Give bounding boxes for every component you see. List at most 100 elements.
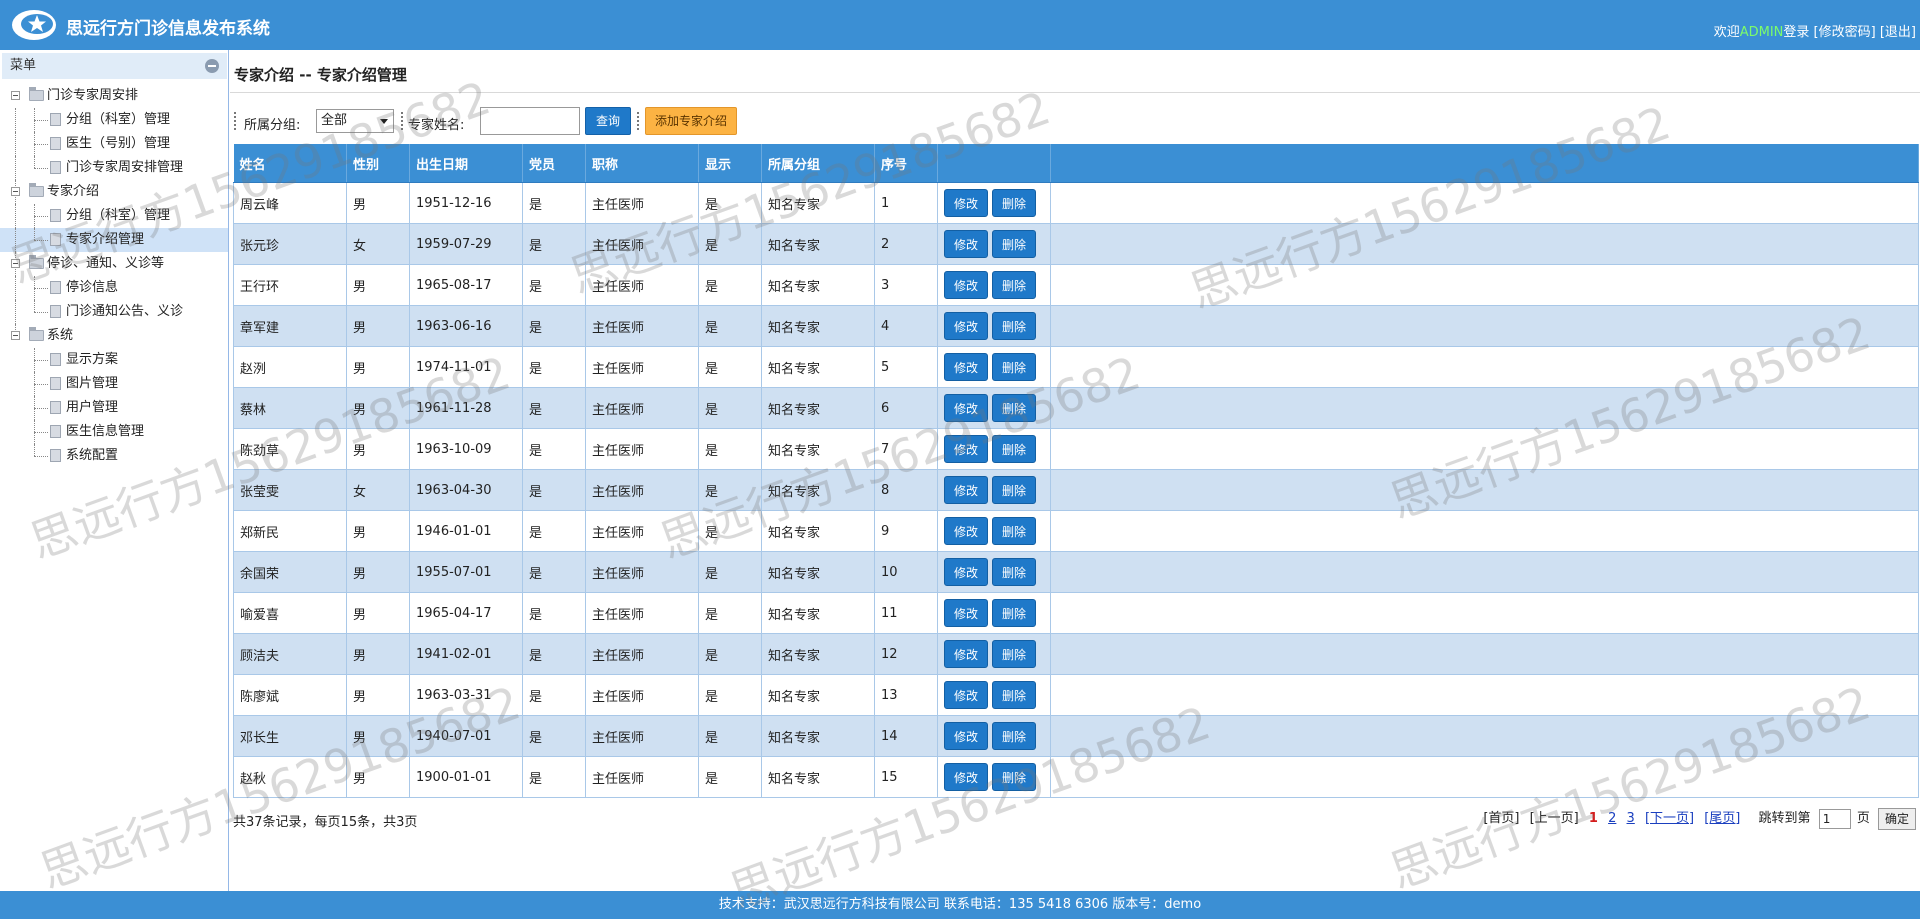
edit-button[interactable]: 修改 [944, 189, 988, 217]
collapse-toggle-icon[interactable] [11, 187, 20, 196]
edit-button[interactable]: 修改 [944, 517, 988, 545]
table-cell: 1961-11-28 [409, 387, 523, 429]
tree-group-system[interactable]: 系统 [0, 324, 228, 348]
last-page-link[interactable]: [尾页] [1704, 811, 1740, 826]
row-actions: 修改 删除 [937, 592, 1051, 634]
tree-item[interactable]: 显示方案 [0, 348, 228, 372]
table-cell: 是 [522, 715, 586, 757]
edit-button[interactable]: 修改 [944, 353, 988, 381]
delete-button[interactable]: 删除 [992, 271, 1036, 299]
prev-page-link[interactable]: [上一页] [1530, 811, 1579, 826]
table-cell: 男 [346, 264, 410, 306]
group-select[interactable]: 全部 [316, 109, 394, 133]
delete-button[interactable]: 删除 [992, 558, 1036, 586]
main-content: 专家介绍 -- 专家介绍管理 所属分组: 全部 专家姓名: 查询 添加专家介绍 … [230, 50, 1920, 891]
tree-item[interactable]: 门诊专家周安排管理 [0, 156, 228, 180]
table-cell: 男 [346, 551, 410, 593]
collapse-toggle-icon[interactable] [11, 259, 20, 268]
table-cell-empty [1050, 715, 1919, 757]
delete-button[interactable]: 删除 [992, 230, 1036, 258]
delete-button[interactable]: 删除 [992, 435, 1036, 463]
jump-page-input[interactable]: 1 [1818, 808, 1851, 829]
tree-item[interactable]: 图片管理 [0, 372, 228, 396]
edit-button[interactable]: 修改 [944, 722, 988, 750]
tree-group-expert-intro[interactable]: 专家介绍 [0, 180, 228, 204]
tree-item[interactable]: 门诊通知公告、义诊 [0, 300, 228, 324]
delete-button[interactable]: 删除 [992, 722, 1036, 750]
table-cell: 顾洁夫 [233, 633, 347, 675]
tree-item[interactable]: 系统配置 [0, 444, 228, 468]
table-cell: 知名专家 [761, 633, 875, 675]
next-page-link[interactable]: [下一页] [1645, 811, 1694, 826]
jump-confirm-button[interactable]: 确定 [1877, 807, 1916, 830]
tree-group-notices[interactable]: 停诊、通知、义诊等 [0, 252, 228, 276]
edit-button[interactable]: 修改 [944, 271, 988, 299]
delete-button[interactable]: 删除 [992, 517, 1036, 545]
column-header: 职称 [585, 144, 699, 183]
table-cell: 知名专家 [761, 182, 875, 224]
table-cell-empty [1050, 428, 1919, 470]
tree-item[interactable]: 分组（科室）管理 [0, 204, 228, 228]
edit-button[interactable]: 修改 [944, 312, 988, 340]
table-cell: 是 [522, 223, 586, 265]
edit-button[interactable]: 修改 [944, 394, 988, 422]
query-button[interactable]: 查询 [585, 107, 631, 135]
delete-button[interactable]: 删除 [992, 476, 1036, 504]
table-cell: 1955-07-01 [409, 551, 523, 593]
expert-name-input[interactable] [480, 107, 580, 135]
tree-item[interactable]: 用户管理 [0, 396, 228, 420]
first-page-link[interactable]: [首页] [1483, 811, 1519, 826]
edit-button[interactable]: 修改 [944, 476, 988, 504]
table-cell: 5 [874, 346, 938, 388]
tree-item[interactable]: 分组（科室）管理 [0, 108, 228, 132]
add-expert-button[interactable]: 添加专家介绍 [645, 107, 737, 135]
folder-icon [29, 255, 44, 269]
delete-button[interactable]: 删除 [992, 681, 1036, 709]
table-cell: 是 [698, 469, 762, 511]
delete-button[interactable]: 删除 [992, 353, 1036, 381]
table-cell: 陈劲草 [233, 428, 347, 470]
login-text: 登录 [1783, 25, 1810, 40]
edit-button[interactable]: 修改 [944, 599, 988, 627]
page-2-link[interactable]: 2 [1608, 811, 1616, 826]
edit-button[interactable]: 修改 [944, 230, 988, 258]
table-cell: 知名专家 [761, 428, 875, 470]
page-1-current[interactable]: 1 [1589, 811, 1598, 826]
table-cell: 是 [522, 510, 586, 552]
delete-button[interactable]: 删除 [992, 189, 1036, 217]
tree-item-selected[interactable]: 专家介绍管理 [0, 228, 228, 252]
table-cell: 章军建 [233, 305, 347, 347]
edit-button[interactable]: 修改 [944, 763, 988, 791]
collapse-toggle-icon[interactable] [11, 91, 20, 100]
edit-button[interactable]: 修改 [944, 681, 988, 709]
tree-item-label: 图片管理 [66, 376, 119, 391]
table-cell: 主任医师 [585, 756, 699, 798]
delete-button[interactable]: 删除 [992, 312, 1036, 340]
change-password-link[interactable]: [修改密码] [1814, 25, 1876, 40]
tree-group-clinic-schedule[interactable]: 门诊专家周安排 [0, 84, 228, 108]
table-cell: 主任医师 [585, 428, 699, 470]
delete-button[interactable]: 删除 [992, 763, 1036, 791]
edit-button[interactable]: 修改 [944, 558, 988, 586]
logout-link[interactable]: [退出] [1880, 25, 1916, 40]
collapse-icon[interactable] [205, 59, 219, 73]
table-cell: 1959-07-29 [409, 223, 523, 265]
table-cell: 赵洌 [233, 346, 347, 388]
row-actions: 修改 删除 [937, 715, 1051, 757]
table-cell: 是 [698, 387, 762, 429]
edit-button[interactable]: 修改 [944, 640, 988, 668]
table-cell: 是 [698, 346, 762, 388]
delete-button[interactable]: 删除 [992, 394, 1036, 422]
toolbar-separator [234, 112, 237, 130]
collapse-toggle-icon[interactable] [11, 331, 20, 340]
table-cell: 男 [346, 305, 410, 347]
delete-button[interactable]: 删除 [992, 599, 1036, 627]
jump-suffix: 页 [1856, 811, 1870, 826]
tree-item[interactable]: 停诊信息 [0, 276, 228, 300]
page-3-link[interactable]: 3 [1627, 811, 1635, 826]
edit-button[interactable]: 修改 [944, 435, 988, 463]
delete-button[interactable]: 删除 [992, 640, 1036, 668]
tree-item[interactable]: 医生信息管理 [0, 420, 228, 444]
group-filter-label: 所属分组: [244, 118, 301, 133]
tree-item[interactable]: 医生（号别）管理 [0, 132, 228, 156]
